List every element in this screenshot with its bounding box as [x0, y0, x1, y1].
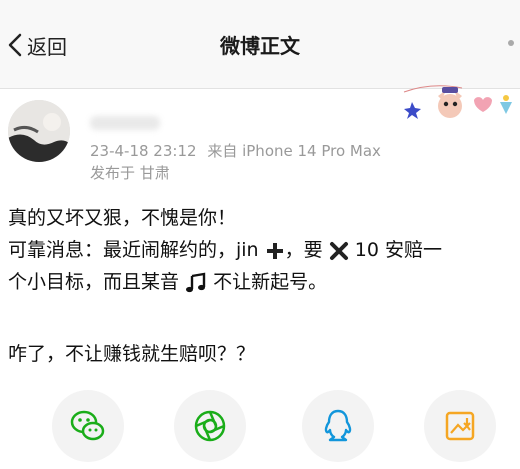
music-note-icon — [186, 272, 206, 292]
wechat-icon — [70, 410, 105, 441]
plus-icon — [266, 242, 283, 259]
navigation-bar: 返回 微博正文 — [0, 0, 520, 89]
post-line: 可靠消息：最近闹解约的，jin ，要 10 安赔一 — [8, 239, 442, 261]
post-line: 真的又坏又狠，不愧是你！ — [8, 207, 237, 229]
share-moments-button[interactable] — [174, 390, 246, 462]
save-image-button[interactable] — [424, 390, 496, 462]
post-time: 23-4-18 23:12 — [90, 142, 197, 160]
post-line: 咋了，不让赚钱就生赔呗？？ — [8, 343, 256, 365]
qq-icon — [324, 409, 352, 442]
post-body: 真的又坏又狠，不愧是你！ 可靠消息：最近闹解约的，jin ，要 10 安赔一 个… — [8, 202, 520, 370]
post-meta: 23-4-18 23:12 来自 iPhone 14 Pro Max — [90, 140, 381, 161]
moments-icon — [194, 410, 226, 442]
cross-icon — [329, 241, 348, 260]
more-icon[interactable] — [508, 40, 514, 46]
avatar-image — [8, 100, 70, 162]
avatar[interactable] — [8, 100, 70, 162]
page-title: 微博正文 — [220, 34, 300, 58]
post-line: 个小目标，而且某音 不让新起号。 — [8, 271, 328, 293]
username-blurred[interactable] — [90, 116, 160, 130]
post-location: 发布于 甘肃 — [90, 164, 170, 182]
decoration-sticker-icon — [403, 85, 512, 119]
post-source: 来自 iPhone 14 Pro Max — [207, 142, 381, 160]
share-wechat-button[interactable] — [52, 390, 124, 462]
save-image-icon — [445, 411, 475, 441]
share-qq-button[interactable] — [302, 390, 374, 462]
post-blank-line — [8, 298, 520, 338]
